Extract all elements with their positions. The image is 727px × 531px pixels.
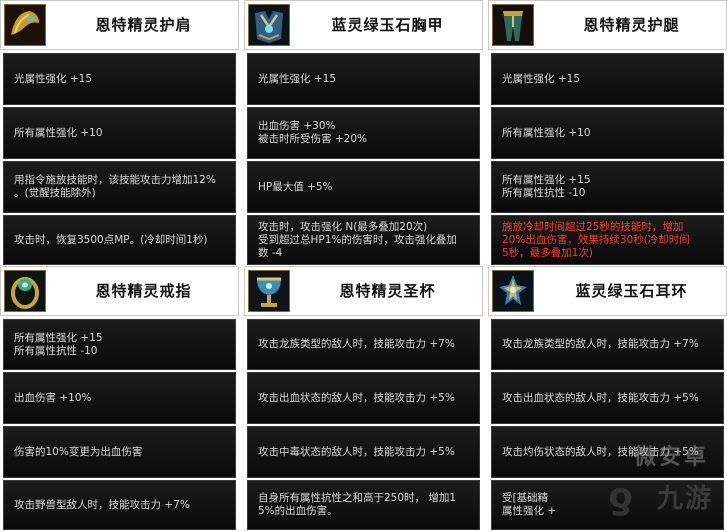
equipment-grid: 恩特精灵护肩 光属性强化 +15 所有属性强化 +10 用指令施放技能时，该技能…: [0, 0, 727, 531]
stat-cell: 光属性强化 +15: [247, 53, 480, 105]
item-title: 恩特精灵圣杯: [339, 282, 436, 300]
leg-armor-icon: [492, 4, 534, 46]
stat-text: 攻击中毒状态的敌人时，技能攻击力 +5%: [258, 445, 455, 458]
stat-cell: 攻击时，攻击强化 N(最多叠加20次) 受到超过总HP1%的伤害时，攻击强化叠加…: [247, 215, 480, 265]
stat-text: 出血伤害 +10%: [14, 391, 92, 404]
item-header: 蓝灵绿玉石胸甲: [244, 0, 483, 50]
stat-cell: 攻击中毒状态的敌人时，技能攻击力 +5%: [247, 426, 480, 478]
stat-cell: HP最大值 +5%: [247, 161, 480, 213]
stat-text: 施放冷却时间超过25秒的技能时，增加 20%出血伤害，效果持续30秒(冷却时间 …: [502, 220, 690, 259]
stat-cell: 攻击时，恢复3500点MP。(冷却时间1秒): [3, 215, 236, 265]
stat-cell: 所有属性强化 +15 所有属性抗性 -10: [491, 161, 724, 213]
stat-text: 所有属性强化 +10: [502, 126, 591, 139]
stat-text: 光属性强化 +15: [14, 72, 92, 85]
stat-text: 出血伤害 +30% 被击时所受伤害 +20%: [258, 120, 367, 145]
shoulder-armor-icon: [4, 4, 46, 46]
watermark-logo-icon: ƍ: [608, 476, 633, 517]
chest-armor-icon: [248, 4, 290, 46]
stat-cell-highlight: 施放冷却时间超过25秒的技能时，增加 20%出血伤害，效果持续30秒(冷却时间 …: [491, 215, 724, 265]
item-header: 恩特精灵圣杯: [244, 266, 483, 316]
stat-cell: 用指令施放技能时，该技能攻击力增加12% 。(觉醒技能除外): [3, 161, 236, 213]
item-title: 恩特精灵护腿: [583, 16, 680, 34]
stat-cell: 攻击出血状态的敌人时，技能攻击力 +5%: [491, 372, 724, 424]
stat-text: 攻击出血状态的敌人时，技能攻击力 +5%: [502, 391, 699, 404]
stat-cell: 出血伤害 +10%: [3, 372, 236, 424]
stat-text: 攻击时，攻击强化 N(最多叠加20次) 受到超过总HP1%的伤害时，攻击强化叠加…: [258, 220, 457, 259]
stat-cell: 所有属性强化 +10: [491, 107, 724, 159]
stat-cell: 所有属性强化 +10: [3, 107, 236, 159]
watermark-text: 九游: [656, 484, 713, 514]
stat-cell: 所有属性强化 +15 所有属性抗性 -10: [3, 319, 236, 370]
item-header: 蓝灵绿玉石耳环: [488, 266, 727, 316]
stat-text: 攻击龙族类型的敌人时，技能攻击力 +7%: [502, 338, 699, 350]
item-title: 恩特精灵护肩: [95, 16, 192, 34]
earring-icon: [492, 270, 534, 312]
stat-cell: 攻击野兽型敌人时，技能攻击力 +7%: [3, 480, 236, 530]
stat-text: 攻击龙族类型的敌人时，技能攻击力 +7%: [258, 338, 455, 350]
watermark: 微安卓 ƍ 九游: [577, 445, 717, 525]
stat-text: 攻击出血状态的敌人时，技能攻击力 +5%: [258, 391, 455, 404]
watermark-faint-text: 微安卓: [633, 445, 709, 470]
stat-cell: 出血伤害 +30% 被击时所受伤害 +20%: [247, 107, 480, 159]
item-header: 恩特精灵戒指: [0, 266, 239, 316]
stat-cell: 自身所有属性抗性之和高于250时， 增加1 5%的出血伤害。: [247, 480, 480, 530]
stat-cell: 光属性强化 +15: [3, 53, 236, 105]
item-title: 蓝灵绿玉石耳环: [575, 282, 688, 300]
stat-text: 用指令施放技能时，该技能攻击力增加12% 。(觉醒技能除外): [14, 174, 216, 199]
stat-text: 所有属性强化 +15 所有属性抗性 -10: [502, 174, 591, 199]
stat-text: 攻击野兽型敌人时，技能攻击力 +7%: [14, 498, 190, 511]
stat-cell: 伤害的10%变更为出血伤害: [3, 426, 236, 478]
stat-text: 所有属性强化 +15 所有属性抗性 -10: [14, 331, 103, 357]
ring-icon: [4, 270, 46, 312]
stat-text: 受[基础精 属性强化 +: [502, 492, 557, 517]
item-title: 恩特精灵戒指: [95, 282, 192, 300]
stat-text: 攻击时，恢复3500点MP。(冷却时间1秒): [14, 233, 208, 246]
stat-text: 所有属性强化 +10: [14, 126, 103, 139]
stat-text: 自身所有属性抗性之和高于250时， 增加1 5%的出血伤害。: [258, 492, 457, 517]
stat-cell: 攻击龙族类型的敌人时，技能攻击力 +7%: [491, 319, 724, 370]
chalice-icon: [248, 270, 290, 312]
item-header: 恩特精灵护肩: [0, 0, 239, 50]
stat-text: 光属性强化 +15: [258, 72, 336, 85]
stat-text: HP最大值 +5%: [258, 180, 333, 193]
stat-text: 伤害的10%变更为出血伤害: [14, 445, 143, 458]
stat-text: 光属性强化 +15: [502, 72, 580, 85]
stat-cell: 攻击龙族类型的敌人时，技能攻击力 +7%: [247, 319, 480, 370]
stat-cell: 攻击出血状态的敌人时，技能攻击力 +5%: [247, 372, 480, 424]
item-header: 恩特精灵护腿: [488, 0, 727, 50]
item-title: 蓝灵绿玉石胸甲: [331, 16, 444, 34]
stat-cell: 光属性强化 +15: [491, 53, 724, 105]
